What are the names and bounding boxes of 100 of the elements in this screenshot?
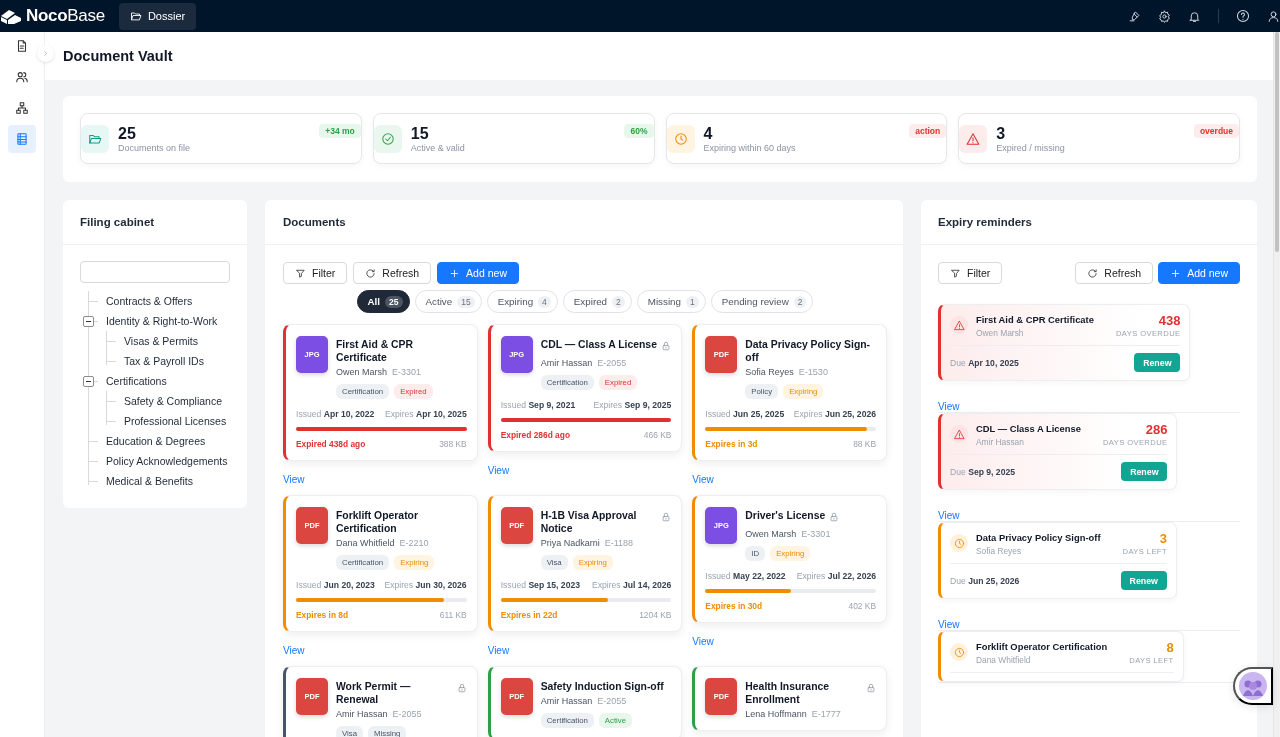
collapse-toggle[interactable] [83,316,94,327]
tree-item[interactable]: Safety & Compliance [124,392,230,410]
panel-title: Documents [265,200,903,245]
tree-item[interactable]: Identity & Right-to-Work [106,312,230,330]
employee-id: E-3301 [801,529,831,539]
stat-badge: action [909,124,947,138]
issued-date: Issued Jun 25, 2025 [705,409,785,419]
owner-name: Amir Hassan [540,358,593,368]
document-title: Health Insurance Enrollment [745,680,831,706]
status-note: Expired 438d ago [296,439,366,449]
due-date: Due Apr 10, 2025 [950,357,1019,368]
employee-id: E-2055 [597,358,627,368]
chip-count: 4 [538,295,551,308]
tree-item[interactable]: Certifications [106,372,230,390]
stat-badge: overdue [1193,124,1239,138]
issued-date: Issued Jun 20, 2023 [296,580,375,590]
stat-value: 3 [996,124,1007,143]
nav-tab[interactable]: Dossier [118,2,197,30]
expiry-date: Expires Jul 22, 2026 [796,571,876,581]
issued-date: Issued Apr 10, 2022 [296,409,375,419]
owner-name: Amir Hassan [540,696,593,706]
view-link[interactable]: View [487,645,510,656]
reminder-title: Forklift Operator Certification [976,641,1108,652]
owner-name: Amir Hassan [336,709,388,719]
stat-label: Expiring within 60 days [703,142,796,153]
filter-chip[interactable]: All 25 [356,290,410,313]
filter-chip[interactable]: Pending review 2 [710,290,814,313]
tree-item[interactable]: Tax & Payroll IDs [124,352,230,370]
issued-date: Issued May 22, 2022 [705,571,786,581]
assistant-button[interactable] [1233,667,1273,705]
status-note: Expired 286d ago [500,430,570,440]
filter-icon [295,267,306,279]
pen-icon[interactable] [1128,9,1141,23]
search-field[interactable] [80,261,230,283]
view-link[interactable]: View [938,401,1240,412]
org-icon [15,101,29,115]
add-button[interactable]: Add new [437,262,519,284]
tree-item[interactable]: Professional Licenses [124,412,230,430]
expiry-date: Expires Jul 14, 2026 [592,580,672,590]
view-link[interactable]: View [487,465,510,476]
refresh-button[interactable]: Refresh [353,262,432,284]
table-icon [15,132,29,146]
stat-value: 25 [118,124,137,143]
day-count: 286 [1144,423,1168,437]
owner-name: Priya Nadkarni [540,538,600,548]
filter-chip[interactable]: Expiring 4 [486,290,558,313]
document-title: Forklift Operator Certification [336,509,419,535]
view-link[interactable]: View [692,474,714,485]
view-link[interactable]: View [692,636,714,647]
tree-item[interactable]: Visas & Permits [124,332,230,350]
owner-name: Sofia Reyes [976,546,1023,556]
folder-icon [129,10,142,22]
stat-label: Documents on file [118,142,191,153]
tree-item[interactable]: Policy Acknowledgements [106,452,230,470]
employee-id: E-2055 [392,709,422,719]
day-count: 3 [1158,532,1167,546]
expiry-date: Expires Apr 10, 2025 [384,409,467,419]
day-count: 8 [1165,641,1174,655]
filter-chip[interactable]: Active 15 [414,290,482,313]
lock-icon [829,512,840,522]
panel-title: Expiry reminders [921,200,1257,245]
expiry-date: Expires Sep 9, 2025 [593,400,672,410]
due-date: Due Sep 9, 2025 [950,466,1015,477]
document-title: First Aid & CPR Certificate [336,338,414,364]
status-note: Expires in 22d [500,610,558,620]
refresh-button[interactable]: Refresh [1075,262,1154,284]
notification-icon[interactable] [1188,9,1201,23]
collapse-toggle[interactable] [83,376,94,387]
owner-name: Owen Marsh [336,367,388,377]
plus-icon [449,267,461,279]
view-link[interactable]: View [283,474,305,485]
chevron-right-icon [41,49,50,58]
scrollbar[interactable] [1273,32,1280,737]
user-icon[interactable] [1267,9,1280,23]
owner-name: Dana Whitfield [976,655,1032,665]
tree-item[interactable]: Medical & Benefits [106,472,230,490]
owner-name: Amir Hassan [976,437,1025,447]
view-link[interactable]: View [938,510,1240,521]
clock-icon [673,131,688,146]
settings-icon[interactable] [1158,9,1171,23]
filter-chip[interactable]: Missing 1 [636,290,706,313]
filter-button[interactable]: Filter [283,262,348,284]
tree-item[interactable]: Contracts & Offers [106,292,230,310]
stat-label: Active & valid [410,142,465,153]
filter-button[interactable]: Filter [938,262,1003,284]
file-size: 611 KB [439,610,467,620]
document-title: Driver's License [745,509,826,522]
document-title: Work Permit — Renewal [336,680,412,706]
stat-badge: +34 mo [319,124,361,138]
view-link[interactable]: View [283,645,305,656]
view-link[interactable]: View [938,619,1240,630]
add-button[interactable]: Add new [1158,262,1240,284]
employee-id: E-1188 [604,538,634,548]
document-title: H-1B Visa Approval Notice [540,509,638,535]
document-icon [15,39,29,53]
document-title: CDL — Class A License [540,338,657,351]
help-icon[interactable] [1236,9,1250,23]
tree-item[interactable]: Education & Degrees [106,432,230,450]
filter-chip[interactable]: Expired 2 [562,290,632,313]
owner-name: Owen Marsh [976,328,1025,338]
